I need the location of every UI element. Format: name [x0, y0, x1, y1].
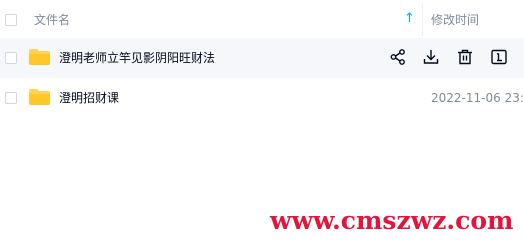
more-icon[interactable]	[490, 48, 508, 66]
arrow-up-icon[interactable]: ↑	[404, 12, 415, 26]
column-divider	[422, 4, 423, 36]
folder-icon	[29, 49, 50, 65]
file-row[interactable]: 澄明老师立竿见影阴阳旺财法	[0, 38, 524, 78]
share-icon[interactable]	[389, 48, 407, 66]
column-name-header[interactable]: 文件名	[34, 13, 70, 27]
file-modified-time: 2022-11-06 23:3	[431, 91, 524, 105]
file-name[interactable]: 澄明招财课	[59, 91, 119, 105]
select-all-checkbox[interactable]	[5, 14, 17, 26]
row-checkbox[interactable]	[5, 92, 17, 104]
watermark-text: www.cmszwz.com	[270, 206, 514, 235]
row-checkbox[interactable]	[5, 52, 17, 64]
delete-icon[interactable]	[456, 48, 474, 66]
column-modified-header[interactable]: 修改时间	[431, 13, 479, 27]
folder-icon	[29, 89, 50, 105]
file-row[interactable]: 澄明招财课 2022-11-06 23:3	[0, 78, 524, 118]
file-name[interactable]: 澄明老师立竿见影阴阳旺财法	[59, 51, 215, 65]
file-list-header: 文件名 ↑ 修改时间	[0, 0, 524, 41]
download-icon[interactable]	[422, 48, 440, 66]
